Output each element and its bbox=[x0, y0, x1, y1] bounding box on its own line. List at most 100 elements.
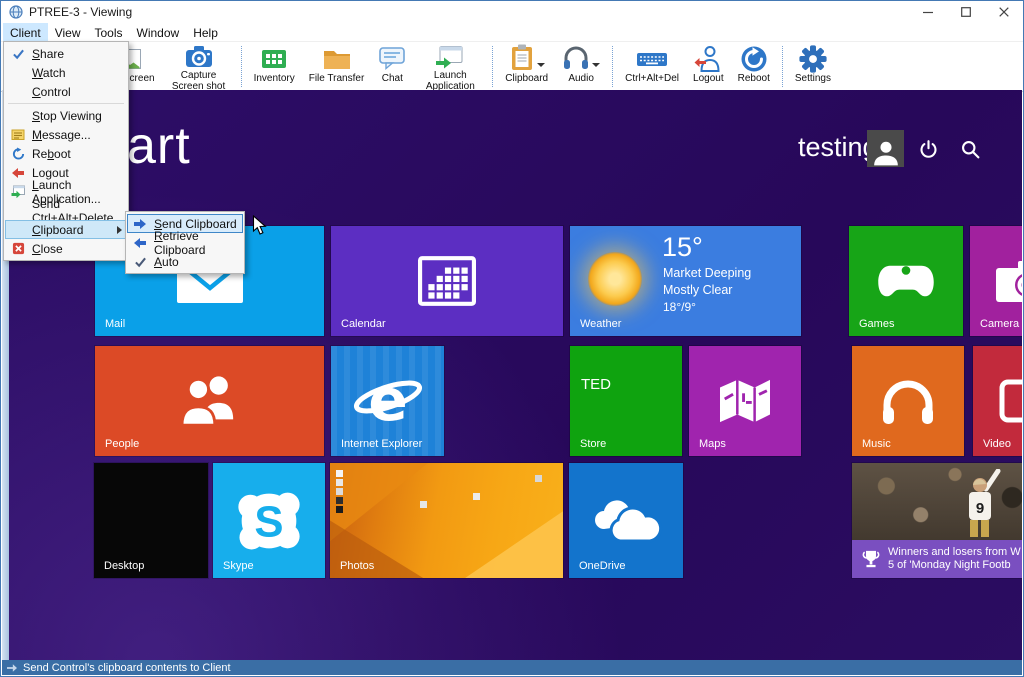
desktop-icons bbox=[336, 470, 343, 477]
menu-tools[interactable]: Tools bbox=[87, 23, 129, 41]
store-live-content: TED bbox=[581, 376, 611, 393]
menu-item-label: Clipboard bbox=[32, 223, 83, 237]
status-arrow-icon bbox=[6, 663, 18, 673]
tile-calendar[interactable]: Calendar bbox=[331, 226, 563, 336]
audio-button[interactable]: Audio bbox=[555, 42, 607, 91]
tile-maps[interactable]: Maps bbox=[689, 346, 801, 456]
tile-label: Maps bbox=[699, 438, 726, 450]
menu-item-send-ctrl-alt-delete[interactable]: Send Ctrl+Alt+Delete bbox=[5, 201, 127, 220]
chat-button[interactable]: Chat bbox=[371, 42, 413, 91]
tile-people[interactable]: People bbox=[95, 346, 324, 456]
menu-item-message[interactable]: Message... bbox=[5, 125, 127, 144]
menu-item-reboot[interactable]: Reboot bbox=[5, 144, 127, 163]
tile-label: Photos bbox=[340, 560, 374, 572]
menu-item-close[interactable]: Close bbox=[5, 239, 127, 258]
menu-item-label: Share bbox=[32, 47, 64, 61]
power-icon[interactable] bbox=[918, 139, 939, 165]
menu-help[interactable]: Help bbox=[186, 23, 225, 41]
search-icon[interactable] bbox=[960, 139, 981, 165]
arrow-left-icon bbox=[132, 235, 148, 250]
tile-video[interactable]: Video bbox=[973, 346, 1022, 456]
tile-label: Store bbox=[580, 438, 606, 450]
sun-icon bbox=[588, 252, 642, 306]
desktop-icon bbox=[420, 501, 427, 508]
menu-item-watch[interactable]: Watch bbox=[5, 63, 127, 82]
tile-label: Mail bbox=[105, 318, 125, 330]
menu-bar: Client View Tools Window Help bbox=[1, 23, 1023, 42]
tile-camera[interactable]: Camera bbox=[970, 226, 1022, 336]
capture-label: Capture Screen shot bbox=[169, 70, 229, 92]
tile-label: OneDrive bbox=[579, 560, 625, 572]
menu-item-stop-viewing[interactable]: Stop Viewing bbox=[5, 106, 127, 125]
close-small-icon bbox=[10, 241, 26, 256]
launch-application-icon bbox=[435, 44, 465, 70]
folder-icon bbox=[322, 44, 352, 73]
reboot-icon bbox=[740, 44, 768, 73]
reboot-small-icon bbox=[10, 146, 26, 161]
menu-item-label: Stop Viewing bbox=[32, 109, 102, 123]
file-transfer-button[interactable]: File Transfer bbox=[302, 42, 372, 91]
tile-label: Calendar bbox=[341, 318, 386, 330]
tile-store[interactable]: TED Store bbox=[570, 346, 682, 456]
minimize-button[interactable] bbox=[909, 1, 947, 23]
headline-line-1: Winners and losers from W bbox=[888, 546, 1021, 559]
keyboard-icon bbox=[636, 44, 668, 73]
clipboard-submenu: Send Clipboard Retrieve Clipboard Auto bbox=[125, 211, 245, 274]
checkmark-icon bbox=[132, 254, 148, 269]
ctrl-alt-del-label: Ctrl+Alt+Del bbox=[625, 73, 679, 84]
maximize-button[interactable] bbox=[947, 1, 985, 23]
menu-item-share[interactable]: Share bbox=[5, 44, 127, 63]
chevron-down-icon[interactable] bbox=[592, 63, 600, 67]
menu-client[interactable]: Client bbox=[3, 23, 48, 41]
toolbar-separator bbox=[612, 46, 613, 87]
tile-internet-explorer[interactable]: e Internet Explorer bbox=[331, 346, 444, 456]
chat-bubble-icon bbox=[378, 44, 406, 73]
tile-sports-news[interactable]: 9 Winners and losers from W 5 of 'Monday… bbox=[852, 463, 1022, 578]
audio-label: Audio bbox=[568, 73, 594, 84]
tile-weather[interactable]: 15° Market Deeping Mostly Clear 18°/9° W… bbox=[570, 226, 801, 336]
avatar[interactable] bbox=[867, 130, 904, 167]
menu-item-clipboard[interactable]: Clipboard bbox=[5, 220, 127, 239]
clipboard-button[interactable]: Clipboard bbox=[498, 42, 555, 91]
client-menu: Share Watch Control Stop Viewing Message… bbox=[3, 41, 129, 261]
ctrl-alt-del-button[interactable]: Ctrl+Alt+Del bbox=[618, 42, 686, 91]
app-globe-icon bbox=[9, 5, 23, 19]
chat-label: Chat bbox=[382, 73, 403, 84]
submenu-item-retrieve-clipboard[interactable]: Retrieve Clipboard bbox=[127, 233, 243, 252]
headphones-icon bbox=[562, 44, 590, 73]
submenu-item-auto[interactable]: Auto bbox=[127, 252, 243, 271]
menu-view[interactable]: View bbox=[48, 23, 88, 41]
reboot-button[interactable]: Reboot bbox=[731, 42, 777, 91]
menu-item-control[interactable]: Control bbox=[5, 82, 127, 101]
tile-photos[interactable]: Photos bbox=[330, 463, 563, 578]
tile-label: Skype bbox=[223, 560, 254, 572]
menu-item-label: Message... bbox=[32, 128, 91, 142]
checkmark-icon bbox=[10, 46, 26, 61]
launch-application-button[interactable]: Launch Application bbox=[413, 42, 487, 91]
headline-line-2: 5 of 'Monday Night Footb bbox=[888, 559, 1021, 572]
tile-label: Desktop bbox=[104, 560, 144, 572]
inventory-button[interactable]: Inventory bbox=[247, 42, 302, 91]
weather-location: Market Deeping bbox=[663, 266, 751, 280]
chevron-down-icon[interactable] bbox=[537, 63, 545, 67]
menu-separator bbox=[8, 103, 124, 104]
remote-desktop-view[interactable]: art testing Mail Calendar 15° Market Dee… bbox=[2, 90, 1022, 660]
capture-screenshot-button[interactable]: Capture Screen shot bbox=[162, 42, 236, 91]
toolbar: Full Screen Capture Screen shot Inventor… bbox=[1, 42, 1023, 92]
menu-window[interactable]: Window bbox=[130, 23, 187, 41]
settings-label: Settings bbox=[795, 73, 831, 84]
user-name[interactable]: testing bbox=[798, 132, 878, 163]
logout-button[interactable]: Logout bbox=[686, 42, 731, 91]
settings-button[interactable]: Settings bbox=[788, 42, 838, 91]
tile-music[interactable]: Music bbox=[852, 346, 964, 456]
tile-label: People bbox=[105, 438, 139, 450]
inventory-icon bbox=[259, 44, 289, 73]
tile-skype[interactable]: S Skype bbox=[213, 463, 325, 578]
tile-games[interactable]: Games bbox=[849, 226, 963, 336]
trophy-icon bbox=[861, 549, 881, 569]
window-title: PTREE-3 - Viewing bbox=[29, 5, 132, 19]
close-button[interactable] bbox=[985, 1, 1023, 23]
toolbar-separator bbox=[492, 46, 493, 87]
tile-onedrive[interactable]: OneDrive bbox=[569, 463, 683, 578]
tile-desktop[interactable]: Desktop bbox=[94, 463, 208, 578]
